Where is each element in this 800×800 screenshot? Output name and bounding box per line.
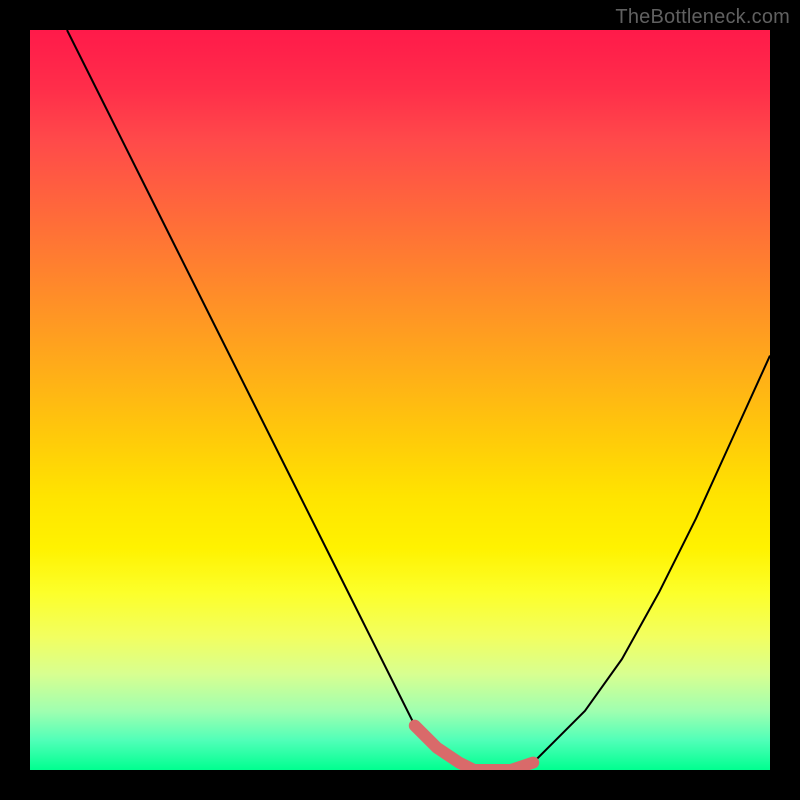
- plot-area: [30, 30, 770, 770]
- watermark-text: TheBottleneck.com: [615, 6, 790, 29]
- chart-container: TheBottleneck.com: [0, 0, 800, 800]
- bottleneck-curve: [67, 30, 770, 770]
- highlight-band: [415, 726, 533, 770]
- curve-svg: [30, 30, 770, 770]
